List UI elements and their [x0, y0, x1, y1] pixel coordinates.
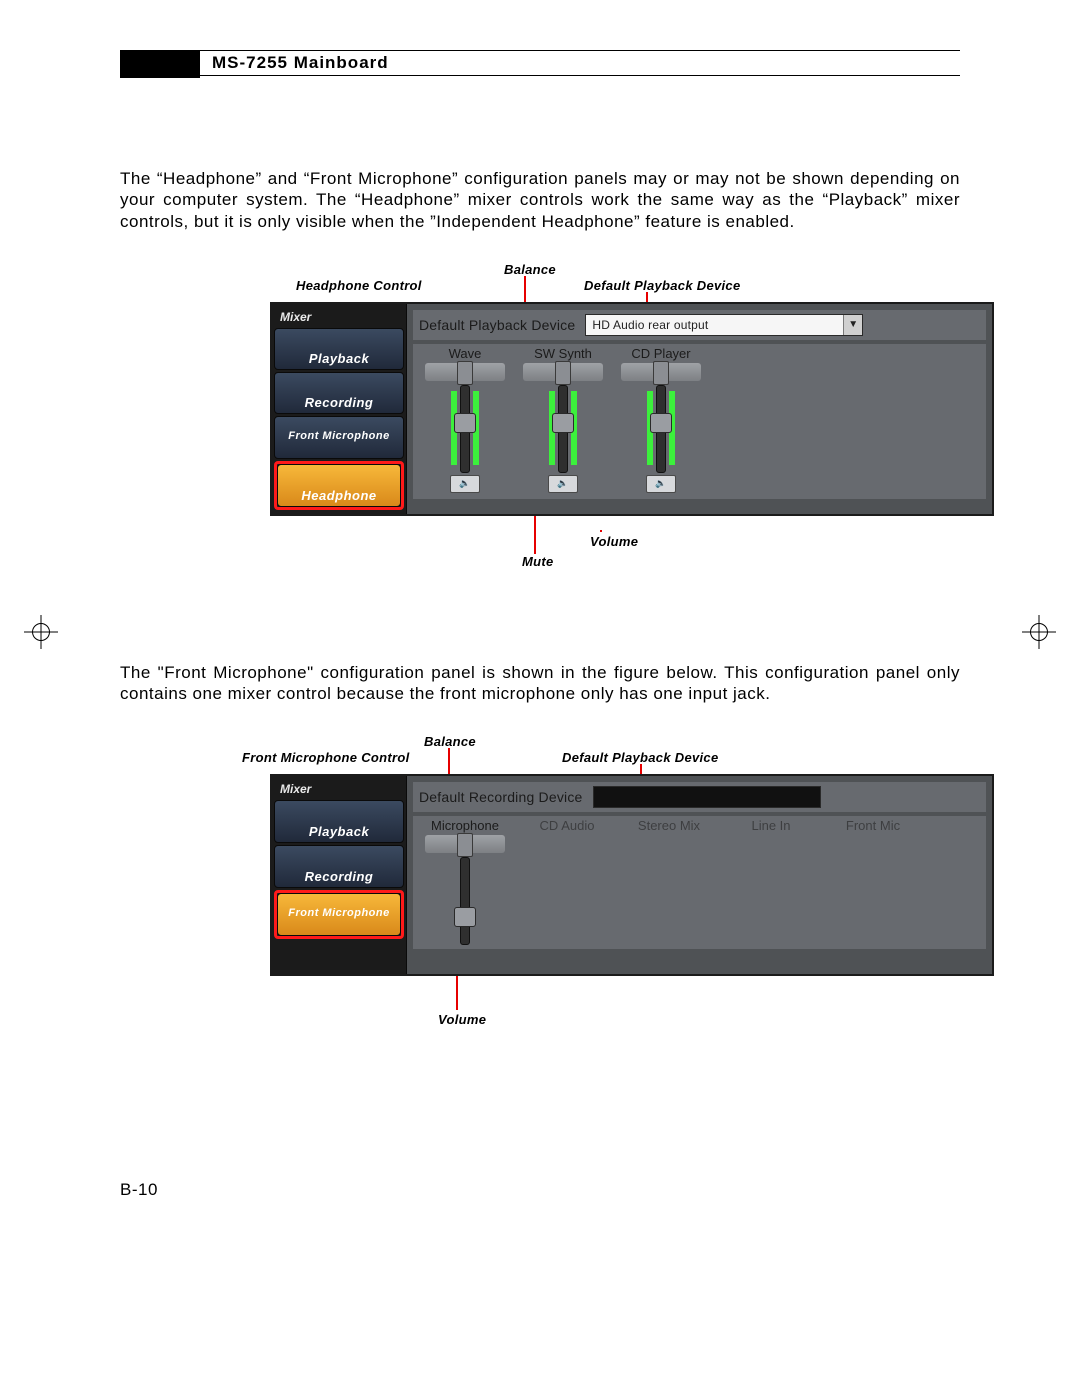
volume-slider[interactable]	[643, 385, 679, 471]
sidebar-item-headphone[interactable]: Headphone	[277, 464, 401, 507]
annot-default-device: Default Playback Device	[584, 278, 740, 293]
mixer-panel: Default Recording Device Microphone CD A…	[407, 776, 992, 974]
screenshot-headphone-mixer: Mixer Playback Recording Front Microphon…	[270, 302, 994, 516]
page-title: MS-7255 Mainboard	[200, 50, 960, 76]
channels-row: Microphone CD Audio Stereo Mix Line In F…	[413, 816, 986, 949]
registration-mark	[1022, 615, 1056, 649]
channel-label: Microphone	[417, 818, 513, 833]
balance-slider[interactable]	[425, 363, 505, 381]
annot-default-device: Default Playback Device	[562, 750, 718, 765]
sidebar-item-playback[interactable]: Playback	[274, 328, 404, 370]
channel-label: CD Audio	[519, 818, 615, 833]
mixer-heading: Mixer	[274, 308, 404, 326]
channel-label: Stereo Mix	[621, 818, 717, 833]
default-playback-dropdown[interactable]: HD Audio rear output ▼	[585, 314, 863, 336]
channel-label: Front Mic	[825, 818, 921, 833]
default-playback-label: Default Playback Device	[419, 317, 575, 333]
channel-wave: Wave 🔈	[417, 346, 513, 493]
channels-row: Wave 🔈 SW Synth 🔈 CD Player	[413, 344, 986, 499]
default-recording-label: Default Recording Device	[419, 789, 583, 805]
channel-label: Line In	[723, 818, 819, 833]
volume-slider[interactable]	[447, 857, 483, 943]
channel-label: Wave	[417, 346, 513, 361]
balance-slider[interactable]	[621, 363, 701, 381]
default-recording-dropdown[interactable]	[593, 786, 821, 808]
annot-front-mic-control: Front Microphone Control	[242, 750, 410, 765]
balance-slider[interactable]	[425, 835, 505, 853]
channel-cdplayer: CD Player 🔈	[613, 346, 709, 493]
chevron-down-icon: ▼	[843, 315, 862, 335]
sidebar-item-playback[interactable]: Playback	[274, 800, 404, 843]
paragraph-1: The “Headphone” and “Front Microphone” c…	[120, 168, 960, 232]
channel-frontmic: Front Mic	[825, 818, 921, 943]
header: MS-7255 Mainboard	[120, 50, 960, 78]
channel-stereomix: Stereo Mix	[621, 818, 717, 943]
mixer-sidebar: Mixer Playback Recording Front Microphon…	[272, 776, 407, 974]
annot-volume: Volume	[590, 534, 638, 549]
registration-mark	[24, 615, 58, 649]
annot-headphone-control: Headphone Control	[296, 278, 422, 293]
sidebar-item-recording[interactable]: Recording	[274, 845, 404, 888]
annot-balance: Balance	[424, 734, 476, 749]
screenshot-front-mic-mixer: Mixer Playback Recording Front Microphon…	[270, 774, 994, 976]
header-band-accent	[120, 50, 200, 78]
mute-button[interactable]: 🔈	[548, 475, 578, 493]
channel-swsynth: SW Synth 🔈	[515, 346, 611, 493]
channel-linein: Line In	[723, 818, 819, 943]
mixer-heading: Mixer	[274, 780, 404, 798]
sidebar-item-recording[interactable]: Recording	[274, 372, 404, 414]
mute-button[interactable]: 🔈	[646, 475, 676, 493]
sidebar-item-front-microphone[interactable]: Front Microphone	[274, 416, 404, 458]
page-number: B-10	[120, 1180, 158, 1200]
selection-highlight: Headphone	[274, 461, 404, 510]
sidebar-item-front-microphone[interactable]: Front Microphone	[277, 893, 401, 936]
channel-cdaudio: CD Audio	[519, 818, 615, 943]
channel-label: SW Synth	[515, 346, 611, 361]
annot-balance: Balance	[504, 262, 556, 277]
selection-highlight: Front Microphone	[274, 890, 404, 939]
balance-slider[interactable]	[523, 363, 603, 381]
volume-slider[interactable]	[447, 385, 483, 471]
annot-volume: Volume	[438, 1012, 486, 1027]
volume-slider[interactable]	[545, 385, 581, 471]
annot-mute: Mute	[522, 554, 554, 569]
channel-label: CD Player	[613, 346, 709, 361]
channel-microphone: Microphone	[417, 818, 513, 943]
mixer-panel: Default Playback Device HD Audio rear ou…	[407, 304, 992, 514]
paragraph-2: The "Front Microphone" configuration pan…	[120, 662, 960, 705]
dropdown-value: HD Audio rear output	[592, 318, 708, 332]
mixer-sidebar: Mixer Playback Recording Front Microphon…	[272, 304, 407, 514]
mute-button[interactable]: 🔈	[450, 475, 480, 493]
